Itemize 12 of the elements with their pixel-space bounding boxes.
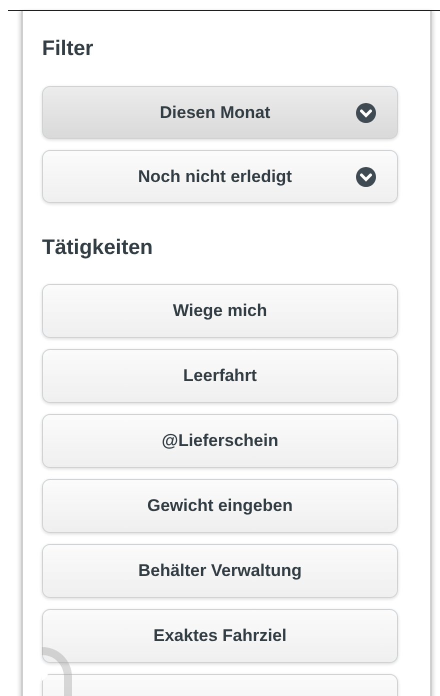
filter-dropdown[interactable]: Diesen Monat (42, 86, 398, 139)
chevron-down-icon (356, 166, 376, 186)
filter-dropdown[interactable]: Noch nicht erledigt (42, 150, 398, 203)
chevron-down-icon (356, 102, 376, 122)
activity-button[interactable]: Gewicht eingeben (42, 479, 398, 533)
activity-button[interactable]: Exaktes Fahrziel (42, 609, 398, 663)
activity-button[interactable]: Leerfahrt (42, 349, 398, 403)
section-heading: Filter (42, 37, 94, 61)
activity-button[interactable]: Behälter Verwaltung (42, 544, 398, 598)
activity-button[interactable]: @Lieferschein (42, 414, 398, 468)
section-heading: Tätigkeiten (42, 236, 154, 260)
activity-button[interactable]: Wiege mich (42, 284, 398, 338)
